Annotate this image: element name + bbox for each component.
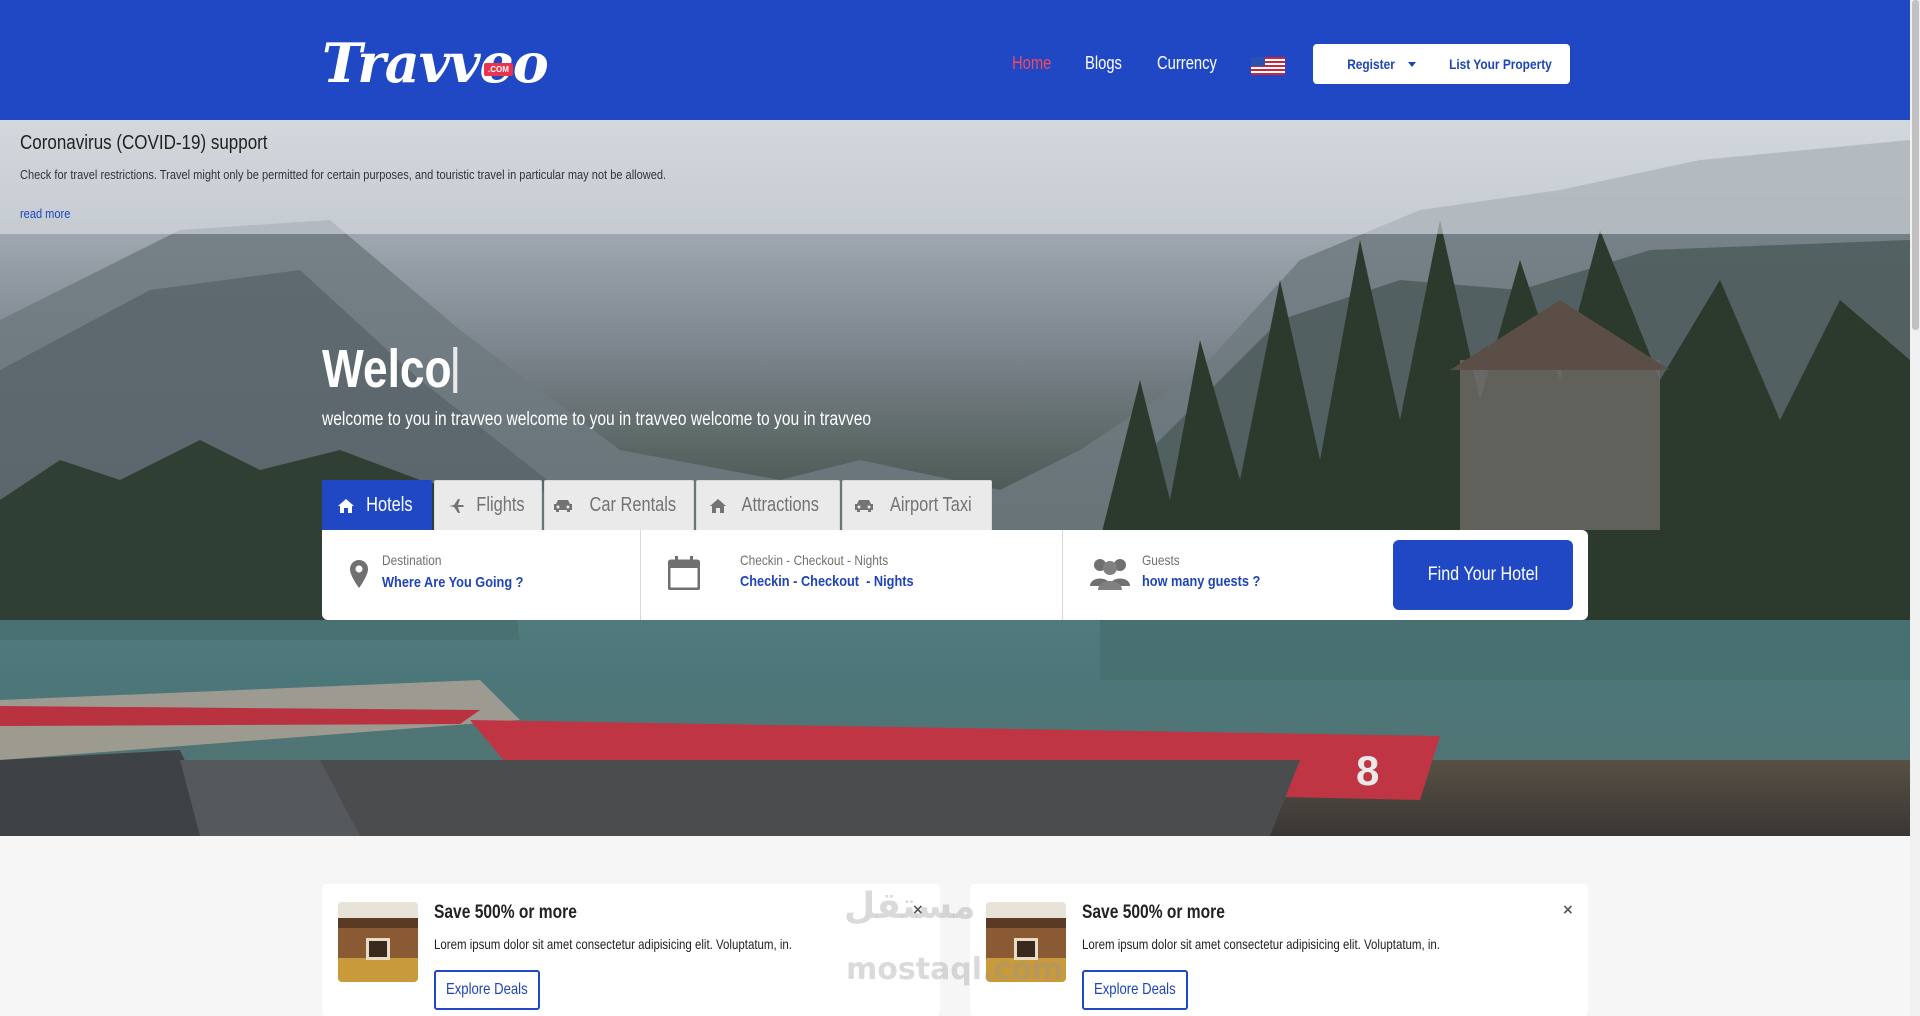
destination-label: Destination bbox=[382, 552, 442, 568]
deal-text: Lorem ipsum dolor sit amet consectetur a… bbox=[434, 936, 792, 952]
explore-deals-label: Explore Deals bbox=[446, 981, 528, 998]
car-icon bbox=[554, 499, 573, 512]
hero-title-text: Welco bbox=[322, 339, 452, 399]
register-button[interactable]: Register bbox=[1313, 44, 1446, 84]
calendar-icon bbox=[668, 556, 700, 590]
covid-banner: Coronavirus (COVID-19) support Check for… bbox=[0, 120, 1910, 234]
tab-label: Airport Taxi bbox=[890, 494, 972, 516]
covid-text: Check for travel restrictions. Travel mi… bbox=[20, 167, 667, 182]
list-property-label: List Your Property bbox=[1448, 56, 1552, 72]
nights-value: Nights bbox=[873, 573, 914, 590]
home-icon bbox=[709, 498, 726, 513]
tab-attractions[interactable]: Attractions bbox=[696, 480, 840, 530]
tab-airport-taxi[interactable]: Airport Taxi bbox=[842, 480, 992, 530]
deal-card: Save 500% or more Lorem ipsum dolor sit … bbox=[970, 884, 1588, 1016]
logo-badge: .COM bbox=[484, 63, 513, 76]
tab-flights[interactable]: Flights bbox=[434, 480, 542, 530]
nav-currency-link[interactable]: Currency bbox=[1157, 53, 1217, 74]
date-separator: - bbox=[793, 573, 798, 590]
destination-input[interactable]: Where Are You Going ? bbox=[382, 574, 523, 591]
hero-subtitle: welcome to you in travveo welcome to you… bbox=[322, 409, 872, 430]
hotel-search-form: Destination Where Are You Going ? Checki… bbox=[322, 530, 1588, 620]
plane-icon bbox=[448, 498, 464, 513]
hero-section: 8 Coronavirus (COVID-19) support Check f… bbox=[0, 120, 1910, 836]
covid-read-more-link[interactable]: read more bbox=[20, 206, 70, 221]
hero-title: Welco bbox=[322, 338, 458, 400]
find-hotel-button[interactable]: Find Your Hotel bbox=[1393, 540, 1573, 610]
deal-text: Lorem ipsum dolor sit amet consectetur a… bbox=[1082, 936, 1440, 952]
list-property-button[interactable]: List Your Property bbox=[1430, 44, 1570, 84]
deal-title: Save 500% or more bbox=[434, 902, 577, 923]
find-hotel-label: Find Your Hotel bbox=[1427, 564, 1539, 585]
home-icon bbox=[337, 498, 354, 513]
nav-home-link[interactable]: Home bbox=[1012, 53, 1051, 74]
field-divider bbox=[640, 530, 641, 620]
scrollbar-thumb[interactable] bbox=[1912, 0, 1919, 330]
deal-title: Save 500% or more bbox=[1082, 902, 1225, 923]
nav-blogs-link[interactable]: Blogs bbox=[1085, 53, 1122, 74]
field-divider bbox=[1062, 530, 1063, 620]
caret-down-icon bbox=[1407, 61, 1416, 67]
location-pin-icon bbox=[350, 560, 368, 588]
tab-hotels[interactable]: Hotels bbox=[322, 480, 432, 530]
guests-input[interactable]: how many guests ? bbox=[1142, 573, 1260, 590]
register-label: Register bbox=[1347, 56, 1396, 72]
watermark-latin: mostaql.com bbox=[846, 952, 1064, 987]
explore-deals-button[interactable]: Explore Deals bbox=[434, 970, 540, 1010]
checkout-value: Checkout bbox=[800, 573, 860, 590]
watermark-arabic: مستقل bbox=[844, 886, 976, 927]
cabin-image bbox=[338, 902, 418, 982]
covid-title: Coronavirus (COVID-19) support bbox=[20, 132, 268, 154]
tab-car-rentals[interactable]: Car Rentals bbox=[544, 480, 694, 530]
tab-label: Hotels bbox=[365, 494, 413, 516]
car-icon bbox=[855, 499, 874, 512]
guests-icon bbox=[1090, 559, 1130, 590]
guests-label: Guests bbox=[1142, 552, 1180, 568]
dates-label: Checkin - Checkout - Nights bbox=[740, 552, 889, 568]
svg-text:8: 8 bbox=[1356, 747, 1379, 794]
tab-label: Car Rentals bbox=[589, 494, 677, 516]
explore-deals-button[interactable]: Explore Deals bbox=[1082, 970, 1188, 1010]
date-separator: - bbox=[866, 573, 871, 590]
tab-label: Flights bbox=[475, 494, 525, 516]
checkin-value: Checkin bbox=[740, 573, 790, 590]
tab-label: Attractions bbox=[741, 494, 819, 516]
typing-cursor bbox=[453, 347, 458, 393]
site-logo[interactable]: Travveo bbox=[322, 36, 549, 90]
dates-input[interactable]: Checkin - Checkout - Nights bbox=[740, 573, 914, 590]
top-navbar: Travveo .COM Home Blogs Currency Registe… bbox=[0, 0, 1920, 120]
close-icon[interactable]: × bbox=[1562, 902, 1574, 918]
us-flag-icon[interactable] bbox=[1251, 57, 1285, 75]
explore-deals-label: Explore Deals bbox=[1094, 981, 1176, 998]
